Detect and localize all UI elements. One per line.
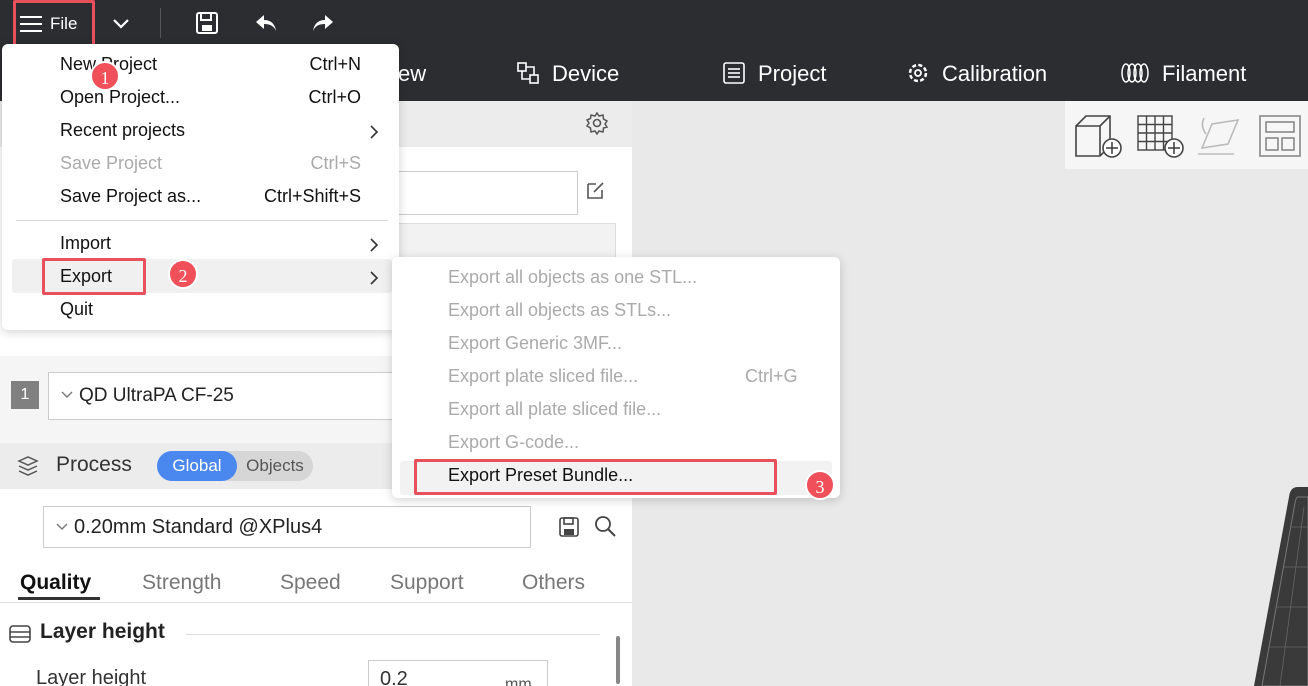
tab-label: ew <box>398 61 427 86</box>
menu-item-export-plate-sliced[interactable]: Export plate sliced file... <box>448 366 638 387</box>
tab-label: Project <box>758 61 827 86</box>
layer-height-value: 0.2 <box>380 668 408 686</box>
chevron-right-icon <box>370 271 379 285</box>
process-preset-select[interactable]: 0.20mm Standard @XPlus4 <box>43 506 531 548</box>
redo-icon[interactable] <box>310 10 336 36</box>
filament-select[interactable]: QD UltraPA CF-25 <box>48 372 408 420</box>
filament-index-badge: 1 <box>11 381 39 409</box>
menu-item-label: Open Project... <box>60 87 181 107</box>
tab-preview[interactable]: ew <box>398 46 426 101</box>
process-label: Process <box>56 453 132 476</box>
filament-icon <box>1121 63 1149 83</box>
tab-label: Calibration <box>942 61 1048 86</box>
save-preset-icon[interactable] <box>558 516 580 538</box>
active-tab-indicator <box>18 597 100 600</box>
menu-item-export-stls[interactable]: Export all objects as STLs... <box>448 300 671 321</box>
callout-badge-1: 1 <box>90 61 120 91</box>
layer-height-icon <box>9 625 31 643</box>
chevron-right-icon <box>370 238 379 252</box>
build-plate <box>1254 487 1308 686</box>
file-menu: New Project Ctrl+N Open Project... Ctrl+… <box>2 44 399 330</box>
tab-project[interactable]: Project <box>722 46 826 101</box>
menu-item-label: Save Project <box>60 153 163 173</box>
menu-item-shortcut: Ctrl+N <box>309 54 361 74</box>
menu-item-label: Quit <box>60 299 94 319</box>
device-icon <box>517 62 539 84</box>
tab-quality[interactable]: Quality <box>20 571 91 595</box>
chevron-down-icon[interactable] <box>108 10 134 36</box>
save-icon[interactable] <box>194 10 220 36</box>
edit-icon[interactable] <box>584 180 606 202</box>
callout-badge-3: 3 <box>805 470 835 500</box>
gear-icon[interactable] <box>585 111 609 135</box>
menu-item-shortcut: Ctrl+O <box>308 87 361 107</box>
add-cube-icon[interactable] <box>1072 112 1124 160</box>
objects-toggle[interactable]: Objects <box>237 451 313 481</box>
tab-support[interactable]: Support <box>390 571 464 595</box>
menu-separator <box>16 220 388 221</box>
tab-label: Device <box>552 61 620 86</box>
chevron-down-icon <box>56 523 68 530</box>
menu-item-shortcut: Ctrl+G <box>745 366 798 386</box>
tab-filament[interactable]: Filament <box>1120 46 1246 101</box>
arrange-icon[interactable] <box>1254 112 1306 160</box>
search-icon[interactable] <box>593 514 617 538</box>
menu-item-shortcut: Ctrl+S <box>310 153 361 173</box>
preset-name: 0.20mm Standard @XPlus4 <box>74 516 323 538</box>
tab-speed[interactable]: Speed <box>280 571 341 595</box>
calibration-icon <box>908 63 928 83</box>
section-rule <box>186 634 600 635</box>
tab-strength[interactable]: Strength <box>142 571 221 595</box>
chevron-right-icon <box>370 125 379 139</box>
global-toggle[interactable]: Global <box>157 451 237 481</box>
callout-badge-2: 2 <box>168 259 198 289</box>
toolbar-divider <box>160 8 161 38</box>
printer-name-field[interactable] <box>398 171 578 215</box>
menu-item-label: Import <box>60 233 112 253</box>
scope-toggle: Global Objects <box>157 451 313 481</box>
menu-item-export-all-plate-sliced[interactable]: Export all plate sliced file... <box>448 399 661 420</box>
tab-divider <box>0 602 632 603</box>
section-title: Layer height <box>40 620 165 643</box>
menu-item-export-gcode[interactable]: Export G-code... <box>448 432 579 453</box>
auto-orient-icon[interactable] <box>1194 112 1246 160</box>
menu-item-export-3mf[interactable]: Export Generic 3MF... <box>448 333 622 354</box>
menu-item-shortcut: Ctrl+Shift+S <box>263 186 361 206</box>
preset-bundle-highlight <box>414 459 777 495</box>
filament-name: QD UltraPA CF-25 <box>79 385 234 406</box>
tab-device[interactable]: Device <box>516 46 619 101</box>
tab-label: Filament <box>1162 61 1247 86</box>
project-icon <box>723 62 745 84</box>
layer-height-label: Layer height <box>36 667 147 686</box>
menu-item-label: Recent projects <box>60 120 186 140</box>
menu-item-export-one-stl[interactable]: Export all objects as one STL... <box>448 267 697 288</box>
export-highlight <box>42 258 146 295</box>
add-plate-icon[interactable] <box>1134 112 1186 160</box>
tab-calibration[interactable]: Calibration <box>906 46 1047 101</box>
layers-icon <box>17 456 39 476</box>
chevron-down-icon <box>61 391 73 398</box>
undo-icon[interactable] <box>253 10 279 36</box>
tab-others[interactable]: Others <box>522 571 585 595</box>
layer-height-unit: mm <box>505 676 532 686</box>
scrollbar[interactable] <box>616 636 620 684</box>
menu-item-label: Save Project as... <box>60 186 202 206</box>
top-toolbar: File <box>0 0 1308 46</box>
